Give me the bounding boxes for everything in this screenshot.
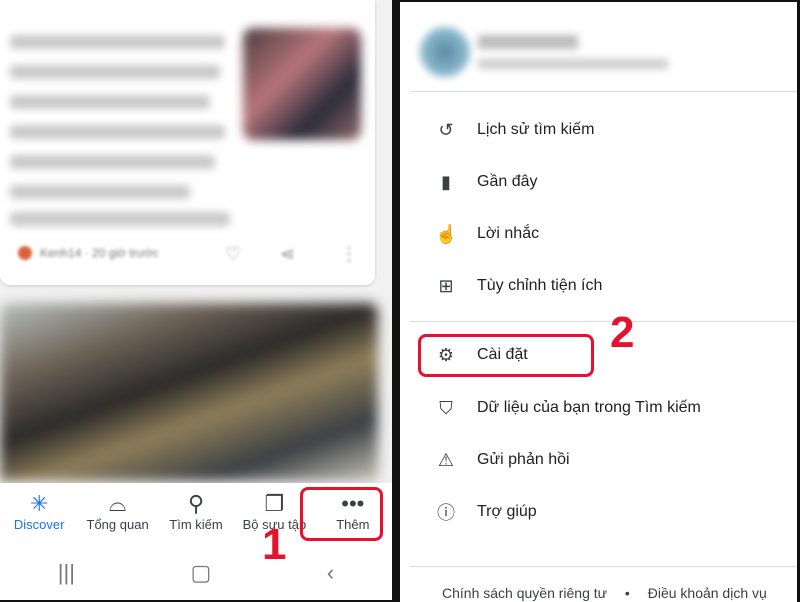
menu-label: Dữ liệu của bạn trong Tìm kiếm: [477, 399, 701, 416]
recents-icon[interactable]: |||: [58, 560, 75, 586]
blurred-headline: [10, 212, 230, 226]
help-icon: ⓘ: [437, 503, 455, 523]
widgets-icon: ⊞: [438, 275, 454, 296]
news-photo[interactable]: [0, 303, 378, 481]
blurred-name: [478, 35, 578, 49]
shield-icon: ⛉: [439, 397, 453, 418]
menu-label: Gửi phản hồi: [477, 451, 570, 468]
nav-label: Tổng quan: [86, 517, 149, 532]
divider: [410, 321, 797, 322]
menu-label: Lịch sử tìm kiếm: [477, 121, 595, 138]
recent-icon: ▮: [441, 171, 451, 192]
nav-label: Tìm kiếm: [169, 517, 223, 532]
more-vert-icon[interactable]: ⋮: [340, 244, 358, 265]
privacy-policy-link[interactable]: Chính sách quyền riêng tư: [442, 585, 607, 601]
discover-icon: ✳: [29, 491, 49, 516]
nav-label: Discover: [13, 517, 65, 532]
avatar: [420, 27, 470, 77]
divider: [410, 91, 797, 92]
source-favicon: [18, 246, 32, 260]
blurred-headline: [10, 155, 215, 169]
menu-item-help[interactable]: ⓘ Trợ giúp: [435, 497, 537, 527]
blurred-headline: [10, 95, 210, 109]
home-icon[interactable]: ▢: [191, 560, 212, 586]
menu-item-customize-widgets[interactable]: ⊞ Tùy chỉnh tiện ích: [435, 271, 602, 301]
system-nav-bar: ||| ▢ ‹: [0, 545, 392, 600]
menu-label: Trợ giúp: [477, 503, 537, 520]
blurred-headline: [10, 35, 225, 49]
card-meta: Kenh14 · 20 giờ trước: [18, 246, 159, 260]
menu-item-search-history[interactable]: ↺ Lịch sử tìm kiếm: [435, 115, 594, 145]
more-menu-screen: ↺ Lịch sử tìm kiếm ▮ Gần đây ☝ Lời nhắc ⊞ Tù…: [400, 2, 797, 602]
menu-label: Tùy chỉnh tiện ích: [477, 277, 603, 294]
snapshot-icon: ⌓: [108, 491, 127, 516]
back-icon[interactable]: ‹: [327, 560, 334, 586]
heart-icon[interactable]: ♡: [225, 244, 241, 265]
menu-label: Lời nhắc: [477, 225, 540, 242]
highlight-box-more: [300, 487, 383, 541]
footer-separator: •: [624, 585, 630, 601]
step-number-2: 2: [610, 308, 635, 357]
menu-item-reminders[interactable]: ☝ Lời nhắc: [435, 219, 539, 249]
discover-feed-screen: Kenh14 · 20 giờ trước ♡ ⋖ ⋮ ✳ Discover ⌓ T…: [0, 0, 392, 600]
menu-label: Gần đây: [477, 173, 538, 190]
blurred-headline: [10, 185, 190, 199]
reminder-icon: ☝: [435, 223, 458, 244]
share-icon[interactable]: ⋖: [280, 244, 295, 265]
blurred-headline: [10, 65, 220, 79]
menu-item-feedback[interactable]: ⚠ Gửi phản hồi: [435, 445, 570, 475]
feedback-icon: ⚠: [437, 449, 455, 470]
search-icon: ⚲: [187, 491, 205, 516]
account-header[interactable]: [420, 27, 668, 77]
menu-item-recent[interactable]: ▮ Gần đây: [435, 167, 537, 197]
divider: [410, 566, 797, 567]
nav-snapshot[interactable]: ⌓ Tổng quan: [78, 483, 156, 545]
blurred-headline: [10, 125, 225, 139]
collections-icon: ❐: [264, 491, 285, 516]
menu-item-your-data[interactable]: ⛉ Dữ liệu của bạn trong Tìm kiếm: [435, 393, 701, 423]
history-icon: ↺: [438, 119, 454, 140]
highlight-box-settings: [418, 334, 594, 377]
nav-discover[interactable]: ✳ Discover: [0, 483, 78, 545]
news-card[interactable]: Kenh14 · 20 giờ trước ♡ ⋖ ⋮: [0, 0, 375, 285]
source-text: Kenh14 · 20 giờ trước: [40, 246, 159, 260]
step-number-1: 1: [262, 520, 287, 569]
footer-links: Chính sách quyền riêng tư • Điều khoản d…: [442, 585, 767, 601]
news-thumbnail: [243, 28, 361, 140]
terms-link[interactable]: Điều khoản dịch vụ: [648, 585, 767, 601]
nav-search[interactable]: ⚲ Tìm kiếm: [157, 483, 235, 545]
blurred-email: [478, 59, 668, 69]
